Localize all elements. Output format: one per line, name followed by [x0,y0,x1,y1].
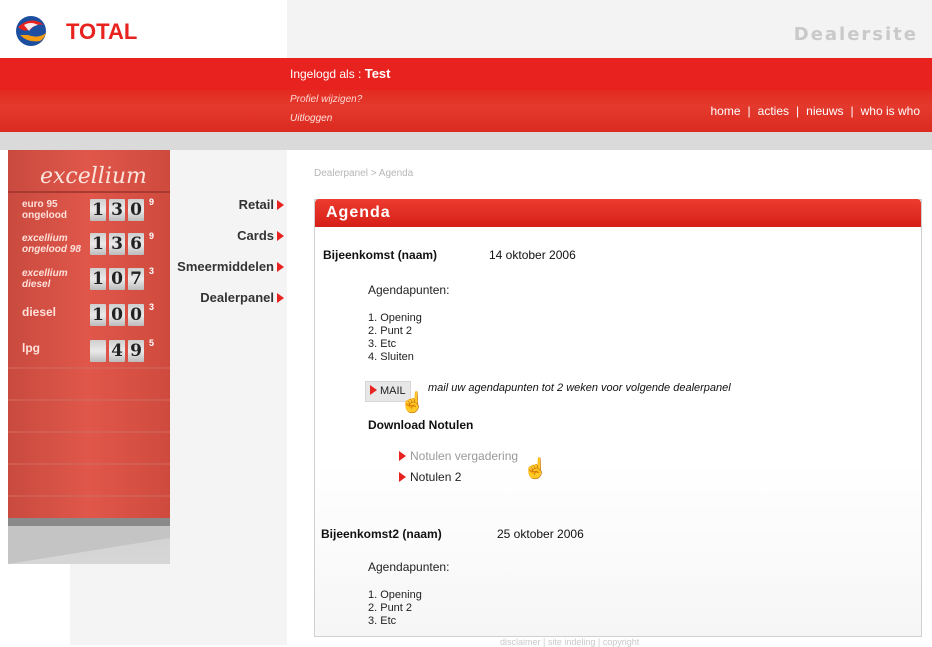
list-item: 1. Opening [368,589,422,601]
price-decimal: 3 [149,302,155,312]
sidebar-item-smeermiddelen[interactable]: Smeermiddelen [168,258,284,280]
fuel-label: euro 95 ongelood [22,199,67,221]
download-title: Download Notulen [368,418,474,432]
digit: 0 [128,304,144,326]
digit: 0 [109,268,125,290]
list-item: 3. Etc [368,338,397,350]
agenda-header [315,199,921,227]
digit: 1 [90,268,106,290]
agenda-label: Agendapunten: [368,560,450,574]
agenda-points: 1. Opening 2. Punt 2 3. Etc 4. Sluiten [368,312,422,364]
nav-who-is-who[interactable]: who is who [861,104,920,118]
digit: 3 [109,199,125,221]
price-row-excellium-diesel: excellium diesel 1 0 7 3 [18,264,166,294]
agenda-points: 1. Opening 2. Punt 2 3. Etc [368,589,422,628]
digit: 1 [90,233,106,255]
price-digits: 1 0 7 3 [90,266,155,290]
fuel-label: excellium ongelood 98 [22,233,81,255]
fuel-label: lpg [22,341,40,355]
price-digits: 1 3 6 9 [90,231,155,255]
meeting-date: 14 oktober 2006 [489,248,576,262]
notulen-link-2[interactable]: Notulen 2 [399,470,461,484]
arrow-right-icon [370,385,377,395]
site-title: Dealersite [793,24,918,45]
price-decimal: 9 [149,197,155,207]
notulen-link-1[interactable]: Notulen vergadering [399,449,518,463]
fuel-price-sign: excellium euro 95 ongelood 1 3 0 9 excel… [8,150,170,564]
price-digits: 0 4 9 5 [90,338,155,362]
footer-links[interactable]: disclaimer | site indeling | copyright [500,637,639,647]
nav-home[interactable]: home [711,104,741,118]
login-status: Ingelogd als : Test [290,66,390,81]
list-item: 3. Etc [368,615,397,627]
sidebar-item-label: Cards [237,228,274,243]
total-logo[interactable]: TOTAL [14,13,164,49]
meeting-title: Bijeenkomst2 (naam) [321,527,442,541]
sidebar-item-label: Smeermiddelen [177,259,274,274]
logout-link[interactable]: Uitloggen [290,113,332,124]
nav-separator: | [850,104,854,118]
sidebar-item-dealerpanel[interactable]: Dealerpanel [168,289,284,311]
list-item: 2. Punt 2 [368,325,413,337]
side-nav: Retail Cards Smeermiddelen Dealerpanel [168,196,284,320]
total-logo-icon: TOTAL [16,16,137,46]
arrow-right-icon [399,451,406,461]
list-item: 4. Sluiten [368,351,414,363]
digit: 1 [90,199,106,221]
price-row-diesel: diesel 1 0 0 3 [18,300,166,330]
username: Test [364,66,391,81]
arrow-right-icon [277,262,284,272]
price-digits: 1 3 0 9 [90,197,155,221]
nav-nieuws[interactable]: nieuws [806,104,843,118]
arrow-right-icon [277,293,284,303]
arrow-right-icon [277,231,284,241]
digit: 7 [128,268,144,290]
price-row-euro95: euro 95 ongelood 1 3 0 9 [18,195,166,225]
digit: 0 [90,340,106,362]
gray-divider-bar [0,132,932,150]
nav-separator: | [747,104,751,118]
digit: 0 [109,304,125,326]
digit: 4 [109,340,125,362]
page-title: Agenda [326,204,391,221]
arrow-right-icon [277,200,284,210]
price-decimal: 5 [149,338,155,348]
digit: 9 [128,340,144,362]
meeting-date: 25 oktober 2006 [497,527,584,541]
fuel-label: excellium diesel [22,268,68,290]
breadcrumb[interactable]: Dealerpanel > Agenda [314,168,413,179]
arrow-right-icon [399,472,406,482]
user-bar [0,58,932,90]
price-row-lpg: lpg 0 4 9 5 [18,336,166,366]
nav-separator: | [796,104,800,118]
price-digits: 1 0 0 3 [90,302,155,326]
sign-brand: excellium [40,164,147,189]
nav-acties[interactable]: acties [758,104,789,118]
sidebar-item-label: Dealerpanel [200,290,274,305]
sidebar-item-label: Retail [238,197,274,212]
list-item: 1. Opening [368,312,422,324]
digit: 6 [128,233,144,255]
price-decimal: 9 [149,231,155,241]
brand-text: TOTAL [66,19,137,44]
digit: 3 [109,233,125,255]
agenda-label: Agendapunten: [368,283,450,297]
digit: 0 [128,199,144,221]
hand-cursor-icon: ☝ [400,392,425,414]
notulen-label: Notulen 2 [410,470,462,484]
sidebar-item-retail[interactable]: Retail [168,196,284,218]
mail-note: mail uw agendapunten tot 2 weken voor vo… [428,382,731,394]
hand-cursor-icon: ☝ [523,458,548,480]
profile-link[interactable]: Profiel wijzigen? [290,94,362,105]
notulen-label: Notulen vergadering [410,449,519,463]
price-row-excellium98: excellium ongelood 98 1 3 6 9 [18,229,166,259]
fuel-label: diesel [22,305,57,319]
sidebar-item-cards[interactable]: Cards [168,227,284,249]
meeting-title: Bijeenkomst (naam) [323,248,438,262]
price-decimal: 3 [149,266,155,276]
login-label: Ingelogd als : [290,67,365,81]
digit: 1 [90,304,106,326]
top-nav: home | acties | nieuws | who is who [711,104,921,118]
list-item: 2. Punt 2 [368,602,413,614]
